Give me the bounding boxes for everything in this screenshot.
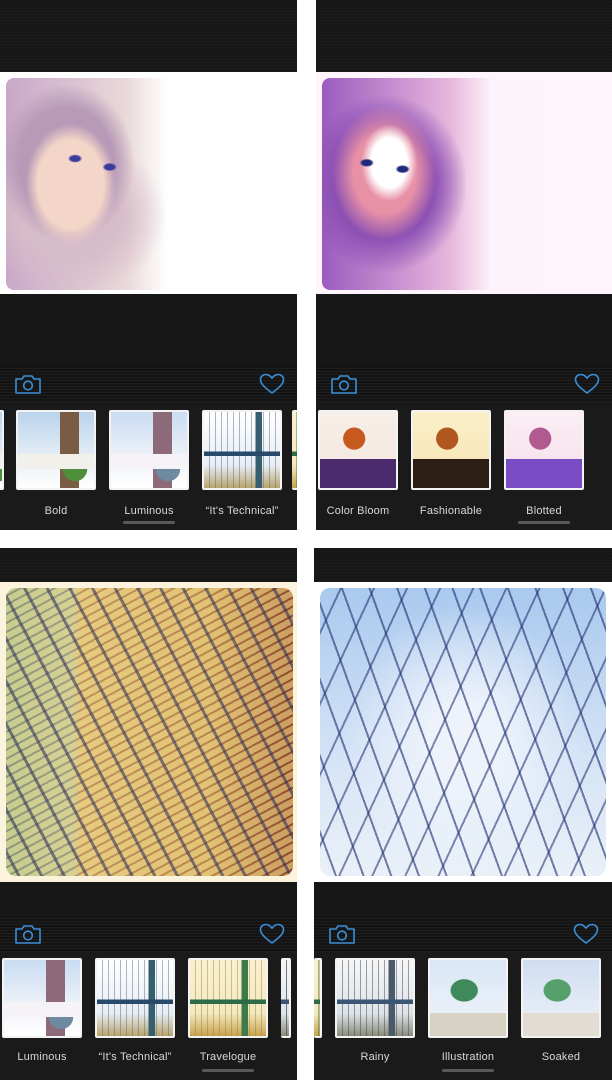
photo-girl-soft xyxy=(6,78,222,290)
filter-label[interactable]: Color Bloom xyxy=(316,505,408,517)
filter-label[interactable]: Illustration xyxy=(418,1051,518,1063)
filter-label[interactable]: “It's Technical” xyxy=(85,1051,185,1063)
filter-thumbnail-illustration[interactable] xyxy=(428,958,508,1038)
top-bar xyxy=(0,0,297,72)
filter-thumbnail-partial[interactable] xyxy=(0,410,4,490)
photo-preview[interactable] xyxy=(314,582,612,882)
filter-thumbnail-partial[interactable] xyxy=(314,958,322,1038)
toolbar xyxy=(0,366,297,402)
filter-thumbnail-color-bloom[interactable] xyxy=(318,410,398,490)
camera-icon[interactable] xyxy=(328,922,356,946)
filter-thumbnail-it-s-technical[interactable] xyxy=(95,958,175,1038)
filter-thumbnails xyxy=(0,410,297,494)
empty-area xyxy=(0,294,297,366)
toolbar xyxy=(0,916,297,952)
filter-thumbnail-blotted[interactable] xyxy=(504,410,584,490)
filter-label[interactable]: Rainy xyxy=(325,1051,425,1063)
filter-label[interactable]: “It's Technical” xyxy=(192,505,292,517)
heart-icon[interactable] xyxy=(258,922,286,946)
screen-1: Bold Luminous “It's Technical” xyxy=(0,0,297,530)
photo-preview[interactable] xyxy=(0,72,297,294)
filter-thumbnail-travelogue[interactable] xyxy=(188,958,268,1038)
toolbar xyxy=(314,916,612,952)
filter-strip: Rainy Illustration Soaked xyxy=(314,952,612,1080)
heart-icon[interactable] xyxy=(258,372,286,396)
filter-thumbnail-fashionable[interactable] xyxy=(411,410,491,490)
heart-icon[interactable] xyxy=(572,922,600,946)
filter-thumbnail-bold[interactable] xyxy=(16,410,96,490)
filter-thumbnails xyxy=(314,958,612,1042)
filter-strip: Luminous “It's Technical” Travelogue xyxy=(0,952,297,1080)
camera-icon[interactable] xyxy=(330,372,358,396)
filter-thumbnails xyxy=(0,958,297,1042)
selected-filter-indicator xyxy=(518,521,570,524)
selected-filter-indicator xyxy=(123,521,175,524)
filter-strip: Bold Luminous “It's Technical” xyxy=(0,402,297,530)
filter-thumbnail-soaked[interactable] xyxy=(521,958,601,1038)
filter-thumbnails xyxy=(316,410,612,494)
filter-thumbnail-partial[interactable] xyxy=(292,410,297,490)
photo-preview[interactable] xyxy=(316,72,612,294)
filter-thumbnail-partial[interactable] xyxy=(281,958,291,1038)
filter-label[interactable]: Soaked xyxy=(511,1051,611,1063)
empty-area xyxy=(316,294,612,366)
filter-thumbnail-it-s-technical[interactable] xyxy=(202,410,282,490)
selected-filter-indicator xyxy=(202,1069,254,1072)
photo-girl-bold xyxy=(322,78,546,290)
filter-label[interactable]: Bold xyxy=(6,505,106,517)
filter-thumbnail-luminous[interactable] xyxy=(109,410,189,490)
filter-label[interactable]: Blotted xyxy=(494,505,594,517)
screen-4: Rainy Illustration Soaked xyxy=(314,548,612,1080)
heart-icon[interactable] xyxy=(573,372,601,396)
camera-icon[interactable] xyxy=(14,922,42,946)
filter-strip: Color Bloom Fashionable Blotted xyxy=(316,402,612,530)
screen-2: Color Bloom Fashionable Blotted xyxy=(316,0,612,530)
filter-label[interactable]: Travelogue xyxy=(178,1051,278,1063)
empty-area xyxy=(0,882,297,918)
filter-thumbnail-luminous[interactable] xyxy=(2,958,82,1038)
photo-building xyxy=(6,588,293,876)
top-bar xyxy=(316,0,612,72)
filter-label[interactable]: Fashionable xyxy=(401,505,501,517)
empty-area xyxy=(314,882,612,918)
filter-thumbnail-rainy[interactable] xyxy=(335,958,415,1038)
photo-tree xyxy=(320,588,606,876)
top-bar xyxy=(314,548,612,582)
filter-label[interactable]: Luminous xyxy=(99,505,199,517)
selected-filter-indicator xyxy=(442,1069,494,1072)
toolbar xyxy=(316,366,612,402)
top-bar xyxy=(0,548,297,582)
filter-label[interactable]: Luminous xyxy=(0,1051,92,1063)
camera-icon[interactable] xyxy=(14,372,42,396)
photo-preview[interactable] xyxy=(0,582,297,882)
screen-3: Luminous “It's Technical” Travelogue xyxy=(0,548,297,1080)
